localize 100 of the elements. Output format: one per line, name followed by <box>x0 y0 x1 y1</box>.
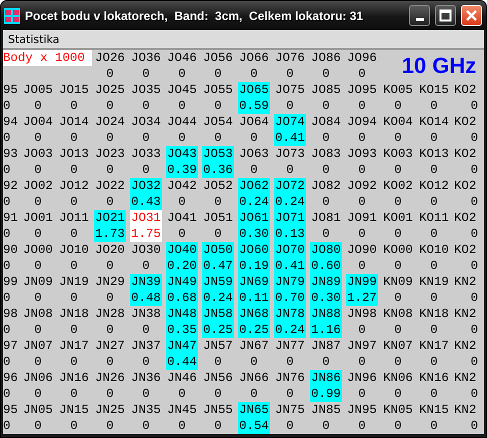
locator-code: JO56 <box>203 50 233 66</box>
locator-code: JO66 <box>239 50 269 66</box>
locator-code: JO74 <box>275 114 305 130</box>
points-value: 0 <box>34 354 42 370</box>
points-value: 0 <box>3 98 10 114</box>
locator-code: JO01 <box>23 210 53 226</box>
locator-code: JO32 <box>131 178 161 194</box>
locator-code: JO92 <box>347 178 377 194</box>
points-value: 0 <box>214 98 222 114</box>
locator-code: JN15 <box>59 402 89 418</box>
locator-code: KO13 <box>419 146 449 162</box>
points-value: 0 <box>250 130 258 146</box>
points-value: 0 <box>470 98 478 114</box>
minimize-button[interactable] <box>409 5 430 26</box>
locator-code: JN47 <box>167 338 197 354</box>
points-value: 0 <box>322 418 330 434</box>
locator-code: KO11 <box>419 210 449 226</box>
locator-code: JO63 <box>239 146 269 162</box>
points-value: 0 <box>286 66 294 82</box>
points-value: 0 <box>358 162 366 178</box>
points-value: 1.27 <box>347 290 377 306</box>
locator-code: JO30 <box>131 242 161 258</box>
locator-code: KO2 <box>454 178 476 194</box>
locator-code: JO14 <box>59 114 89 130</box>
points-value: 0 <box>470 194 478 210</box>
locator-code: JN85 <box>311 402 341 418</box>
points-value: 0.24 <box>275 194 305 210</box>
points-value: 0 <box>250 386 258 402</box>
locator-code: JN09 <box>23 274 53 290</box>
locator-code: JO41 <box>167 210 197 226</box>
locator-code: JO33 <box>131 146 161 162</box>
locator-code: JO91 <box>347 210 377 226</box>
points-value: 0 <box>430 386 438 402</box>
locator-code: JO44 <box>167 114 197 130</box>
points-value: 0.44 <box>167 354 197 370</box>
locator-code: KO15 <box>419 82 449 98</box>
locator-code: JN17 <box>59 338 89 354</box>
points-value: 0 <box>394 290 402 306</box>
points-value: 0 <box>142 162 150 178</box>
locator-code: 94 <box>3 114 18 130</box>
maximize-icon <box>439 9 452 22</box>
points-value: 0 <box>106 354 114 370</box>
points-value: 0 <box>3 258 10 274</box>
locator-code: JN36 <box>131 370 161 386</box>
locator-code: JO22 <box>95 178 125 194</box>
locator-code: JN79 <box>275 274 305 290</box>
points-value: 0.54 <box>239 418 269 434</box>
points-value: 0 <box>178 130 186 146</box>
points-value: 0 <box>106 130 114 146</box>
points-value: 0 <box>358 66 366 82</box>
points-value: 0.25 <box>203 322 233 338</box>
points-value: 0 <box>70 98 78 114</box>
locator-code: JO71 <box>275 210 305 226</box>
points-value: 0.43 <box>131 194 161 210</box>
points-value: 0 <box>142 258 150 274</box>
points-value: 0 <box>322 226 330 242</box>
locator-code: KN19 <box>419 274 449 290</box>
locator-code: JN58 <box>203 306 233 322</box>
points-value: 0 <box>142 98 150 114</box>
locator-code: KN18 <box>419 306 449 322</box>
points-value: 0 <box>70 162 78 178</box>
points-value: 0 <box>3 386 10 402</box>
locator-code: 96 <box>3 370 18 386</box>
points-value: 0 <box>34 258 42 274</box>
points-value: 0.70 <box>275 290 305 306</box>
points-value: 0 <box>394 98 402 114</box>
locator-code: JO31 <box>131 210 161 226</box>
points-value: 0 <box>106 386 114 402</box>
points-value: 0 <box>430 354 438 370</box>
locator-code: KO12 <box>419 178 449 194</box>
locator-code: KN2 <box>454 306 476 322</box>
locator-code: JO02 <box>23 178 53 194</box>
points-value: 0 <box>286 354 294 370</box>
locator-code: KN05 <box>383 402 413 418</box>
close-button[interactable] <box>461 5 482 26</box>
menu-item[interactable]: Statistika <box>4 32 64 46</box>
points-value: 0 <box>250 162 258 178</box>
locator-code: JO85 <box>311 82 341 98</box>
locator-code: KN06 <box>383 370 413 386</box>
locator-code: JN08 <box>23 306 53 322</box>
locator-code: JN98 <box>347 306 377 322</box>
locator-code: JO05 <box>23 82 53 98</box>
points-value: 0 <box>358 354 366 370</box>
locator-code: JO03 <box>23 146 53 162</box>
locator-code: JN38 <box>131 306 161 322</box>
points-value: 0 <box>470 130 478 146</box>
locator-code: JN19 <box>59 274 89 290</box>
points-value: 0 <box>470 418 478 434</box>
points-value: 0 <box>322 66 330 82</box>
points-value: 0 <box>358 386 366 402</box>
locator-code: KO14 <box>419 114 449 130</box>
locator-code: KN15 <box>419 402 449 418</box>
maximize-button[interactable] <box>435 5 456 26</box>
locator-code: JO40 <box>167 242 197 258</box>
locator-code: JO51 <box>203 210 233 226</box>
locator-code: JO21 <box>95 210 125 226</box>
locator-code: JO83 <box>311 146 341 162</box>
app-icon <box>4 8 20 24</box>
locator-code: JN96 <box>347 370 377 386</box>
points-value: 0 <box>394 418 402 434</box>
